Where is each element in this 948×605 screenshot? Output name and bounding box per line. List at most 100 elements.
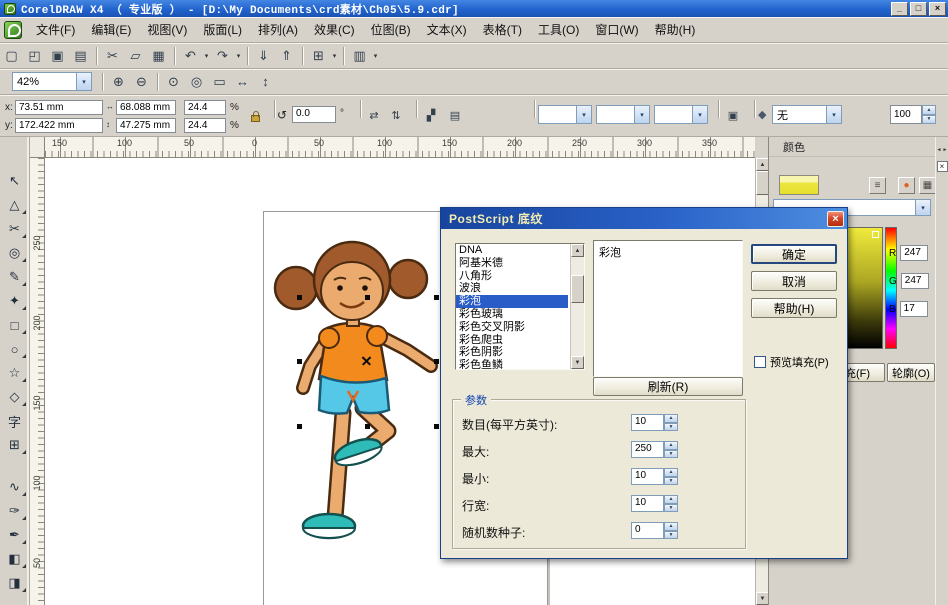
zoom-to-height-icon[interactable]: ↕ [254, 71, 277, 93]
menu-help[interactable]: 帮助(H) [647, 18, 704, 41]
save-icon[interactable]: ▣ [46, 45, 69, 67]
g-value-field[interactable]: 247 [901, 273, 929, 289]
count-field[interactable]: 10 [631, 414, 664, 431]
print-icon[interactable]: ▤ [69, 45, 92, 67]
scroll-thumb[interactable] [571, 275, 584, 303]
menu-tools[interactable]: 工具(O) [530, 18, 587, 41]
min-spinner[interactable]: ▲ ▼ [664, 468, 678, 485]
color-field-marker[interactable] [872, 231, 879, 238]
selection-handle[interactable] [434, 295, 439, 300]
min-field[interactable]: 10 [631, 468, 664, 485]
maximize-button[interactable]: □ [910, 2, 927, 16]
zoom-level-combo[interactable]: 42% ▾ [12, 72, 92, 91]
spin-up-icon[interactable]: ▲ [922, 105, 936, 115]
snap-options-icon[interactable]: ▥ [348, 45, 371, 67]
list-item[interactable]: 彩色阴影 [456, 346, 568, 359]
b-value-field[interactable]: 17 [900, 301, 928, 317]
spin-down-icon[interactable]: ▼ [664, 423, 678, 432]
rotation-angle-field[interactable]: 0.0 [292, 106, 336, 123]
spin-down-icon[interactable]: ▼ [664, 504, 678, 513]
r-value-field[interactable]: 247 [900, 245, 928, 261]
opacity-field[interactable]: 100 [890, 105, 922, 124]
zoom-to-all-icon[interactable]: ◎ [185, 71, 208, 93]
opacity-spinner[interactable]: ▲ ▼ [922, 105, 936, 124]
style-combo-2[interactable]: ▾ [596, 105, 650, 124]
interactive-fill-tool[interactable]: ◨ [2, 571, 28, 595]
eyedropper-tool[interactable]: ✑ [2, 499, 28, 523]
polygon-tool[interactable]: ☆ [2, 361, 28, 385]
dialog-titlebar[interactable]: PostScript 底纹 × [441, 208, 847, 229]
selection-center-marker[interactable] [361, 355, 372, 366]
menu-text[interactable]: 文本(X) [419, 18, 475, 41]
scroll-up-icon[interactable]: ▲ [571, 244, 584, 257]
redo-dropdown-icon[interactable]: ▾ [234, 45, 243, 67]
selection-handle[interactable] [434, 424, 439, 429]
menu-effects[interactable]: 效果(C) [306, 18, 363, 41]
menu-bitmaps[interactable]: 位图(B) [363, 18, 419, 41]
x-position-field[interactable]: 73.51 mm [15, 100, 103, 115]
vertical-ruler[interactable]: 250 200 150 100 50 [30, 158, 45, 605]
fill-tool[interactable]: ◧ [2, 547, 28, 571]
mirror-vertical-button[interactable]: ⇅ [386, 105, 406, 126]
selection-handle[interactable] [297, 295, 302, 300]
copy-icon[interactable]: ▱ [124, 45, 147, 67]
basic-shapes-tool[interactable]: ◇ [2, 385, 28, 409]
zoom-combo-arrow-icon[interactable]: ▾ [76, 73, 91, 90]
ellipse-tool[interactable]: ○ [2, 337, 28, 361]
style-combo-1[interactable]: ▾ [538, 105, 592, 124]
selection-handle[interactable] [297, 424, 302, 429]
texture-list[interactable]: DNA 阿基米德 八角形 波浪 彩泡 彩色玻璃 彩色交叉阴影 彩色爬虫 彩色阴影… [455, 243, 585, 370]
style-combo-3[interactable]: ▾ [654, 105, 708, 124]
zoom-out-icon[interactable]: ⊖ [130, 71, 153, 93]
cancel-button[interactable]: 取消 [751, 271, 837, 291]
list-item[interactable]: 彩色鱼鳞 [456, 359, 568, 370]
list-item[interactable]: 彩色交叉阴影 [456, 321, 568, 334]
current-color-swatch[interactable] [779, 175, 819, 195]
selection-handle[interactable] [297, 359, 302, 364]
outline-width-combo[interactable]: 无 ▾ [772, 105, 842, 124]
horizontal-ruler[interactable]: 150 100 50 0 50 100 150 200 250 300 350 [45, 137, 755, 158]
export-icon[interactable]: ⇑ [275, 45, 298, 67]
y-position-field[interactable]: 172.422 mm [15, 118, 103, 133]
mirror-horizontal-button[interactable]: ⇄ [364, 105, 384, 126]
scale-y-field[interactable]: 24.4 [184, 118, 226, 133]
spin-down-icon[interactable]: ▼ [664, 450, 678, 459]
undo-icon[interactable]: ↶ [179, 45, 202, 67]
dialog-close-button[interactable]: × [827, 211, 844, 227]
shape-tool[interactable]: △ [2, 193, 28, 217]
spin-down-icon[interactable]: ▼ [664, 477, 678, 486]
combo-arrow-icon[interactable]: ▾ [826, 106, 841, 123]
menu-table[interactable]: 表格(T) [475, 18, 530, 41]
scale-x-field[interactable]: 24.4 [184, 100, 226, 115]
new-icon[interactable]: ▢ [0, 45, 23, 67]
smart-drawing-tool[interactable]: ✦ [2, 289, 28, 313]
outline-button[interactable]: 轮廓(O) [887, 363, 935, 382]
list-item[interactable]: 彩色玻璃 [456, 308, 568, 321]
line-width-field[interactable]: 10 [631, 495, 664, 512]
scroll-down-icon[interactable]: ▼ [571, 356, 584, 369]
selection-handle[interactable] [434, 359, 439, 364]
menu-layout[interactable]: 版面(L) [195, 18, 250, 41]
count-spinner[interactable]: ▲ ▼ [664, 414, 678, 431]
launcher-dropdown-icon[interactable]: ▾ [330, 45, 339, 67]
combo-arrow-icon[interactable]: ▾ [634, 106, 649, 123]
outline-pen-tool[interactable]: ✒ [2, 523, 28, 547]
spin-down-icon[interactable]: ▼ [664, 531, 678, 540]
application-launcher-icon[interactable]: ⊞ [307, 45, 330, 67]
list-item[interactable]: DNA [456, 244, 568, 257]
spin-up-icon[interactable]: ▲ [664, 441, 678, 450]
line-width-spinner[interactable]: ▲ ▼ [664, 495, 678, 512]
zoom-to-selected-icon[interactable]: ⊙ [162, 71, 185, 93]
docker-header[interactable]: 颜色 [769, 137, 935, 157]
color-palettes-icon[interactable]: ▦ [919, 177, 936, 194]
paste-icon[interactable]: ▦ [147, 45, 170, 67]
list-item[interactable]: 彩色爬虫 [456, 334, 568, 347]
list-item[interactable]: 八角形 [456, 270, 568, 283]
menu-view[interactable]: 视图(V) [139, 18, 195, 41]
object-width-field[interactable]: 68.088 mm [116, 100, 176, 115]
palette-scroll-right-icon[interactable]: ► [942, 145, 948, 155]
combo-arrow-icon[interactable]: ▾ [576, 106, 591, 123]
color-viewer-icon[interactable]: ● [898, 177, 915, 194]
cut-icon[interactable]: ✂ [101, 45, 124, 67]
random-seed-field[interactable]: 0 [631, 522, 664, 539]
